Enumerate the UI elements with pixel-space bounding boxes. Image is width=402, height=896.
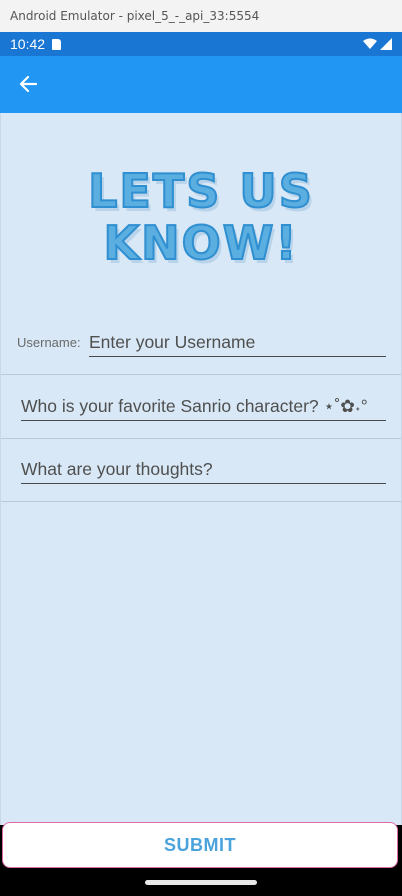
submit-label: SUBMIT <box>164 834 236 855</box>
app-bar <box>0 56 402 113</box>
favorite-character-input[interactable] <box>21 392 386 421</box>
username-input[interactable] <box>89 328 386 357</box>
thoughts-input[interactable] <box>21 455 386 484</box>
window-title-bar: Android Emulator - pixel_5_-_api_33:5554 <box>0 0 402 32</box>
character-row <box>1 375 401 439</box>
home-gesture-handle[interactable] <box>145 880 257 885</box>
username-row: Username: <box>1 311 401 375</box>
username-label: Username: <box>17 335 81 350</box>
arrow-left-icon <box>19 75 37 93</box>
navigation-bar <box>0 870 402 896</box>
hero-line-2: KNOW! <box>103 216 299 270</box>
status-bar: 10:42 <box>0 32 402 56</box>
thoughts-row <box>1 438 401 502</box>
wifi-icon <box>363 38 377 49</box>
status-time: 10:42 <box>10 36 46 52</box>
feedback-form-page: LETS US KNOW! Username: <box>0 113 402 825</box>
signal-icon <box>380 38 392 50</box>
window-title: Android Emulator - pixel_5_-_api_33:5554 <box>10 9 260 23</box>
hero-title: LETS US KNOW! <box>1 164 401 270</box>
sd-card-icon <box>52 38 62 50</box>
submit-button[interactable]: SUBMIT <box>2 822 398 868</box>
back-button[interactable] <box>14 70 42 98</box>
hero-line-1: LETS US <box>87 164 314 218</box>
